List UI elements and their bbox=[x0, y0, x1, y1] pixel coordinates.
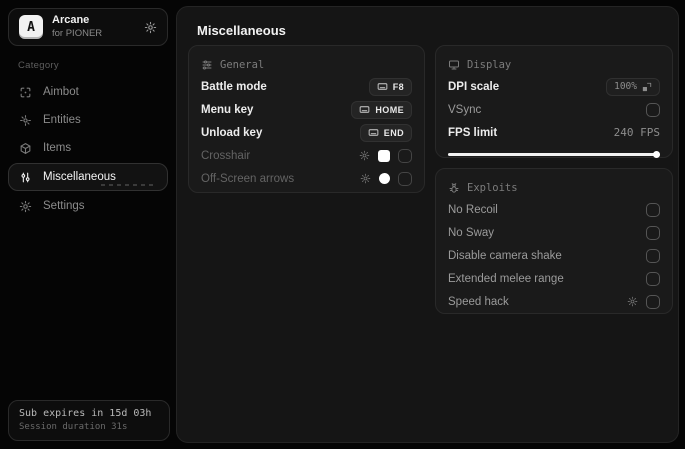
page-title: Miscellaneous bbox=[197, 23, 286, 38]
sidebar-item-settings[interactable]: Settings bbox=[8, 193, 168, 219]
slider-thumb[interactable] bbox=[653, 151, 660, 158]
app-name: Arcane bbox=[52, 14, 90, 27]
settings-icon bbox=[19, 200, 33, 213]
sidebar-item-label: Entities bbox=[43, 114, 81, 126]
offscreen-arrows-row: Off-Screen arrows bbox=[201, 167, 412, 190]
general-card-title: General bbox=[220, 59, 265, 71]
no-sway-row: No Sway bbox=[448, 221, 660, 244]
dpi-scale-label: DPI scale bbox=[448, 80, 500, 93]
app-header-card: A Arcane for PIONER bbox=[8, 8, 168, 46]
offscreen-arrows-config-gear-icon[interactable] bbox=[360, 173, 371, 184]
display-header-icon bbox=[448, 59, 460, 71]
general-header-icon bbox=[201, 59, 213, 71]
sidebar-nav: Aimbot Entities Items Miscellaneous Sett… bbox=[8, 79, 168, 219]
app-settings-icon[interactable] bbox=[144, 21, 157, 34]
keyboard-icon bbox=[377, 81, 388, 92]
no-recoil-row: No Recoil bbox=[448, 198, 660, 221]
no-sway-label: No Sway bbox=[448, 226, 495, 239]
fps-limit-slider[interactable] bbox=[448, 151, 660, 158]
crosshair-label: Crosshair bbox=[201, 149, 251, 162]
disable-camera-shake-label: Disable camera shake bbox=[448, 249, 562, 262]
sidebar-item-entities[interactable]: Entities bbox=[8, 107, 168, 133]
exploits-card: Exploits No Recoil No Sway Disable camer… bbox=[435, 168, 673, 314]
unload-key-keybind[interactable]: END bbox=[359, 123, 412, 142]
app-window: A Arcane for PIONER Category Aimbot Enti… bbox=[0, 0, 685, 449]
main-panel: Miscellaneous General Battle mode F8 Men… bbox=[176, 6, 679, 443]
sidebar-item-label: Aimbot bbox=[43, 86, 79, 98]
keyboard-icon bbox=[368, 127, 379, 138]
speed-hack-checkbox[interactable] bbox=[646, 294, 660, 309]
crosshair-config-gear-icon[interactable] bbox=[359, 150, 370, 161]
sidebar-item-items[interactable]: Items bbox=[8, 135, 168, 161]
unload-key-row: Unload key END bbox=[201, 121, 412, 144]
exploits-header-icon bbox=[448, 182, 460, 194]
fps-limit-row: FPS limit 240 FPS bbox=[448, 121, 660, 144]
display-card: Display DPI scale 100% VSync FPS limit 2… bbox=[435, 45, 673, 158]
app-subtitle: for PIONER bbox=[52, 27, 103, 39]
sidebar-item-label: Settings bbox=[43, 200, 85, 212]
miscellaneous-icon bbox=[19, 171, 33, 184]
category-label: Category bbox=[18, 60, 59, 71]
fps-limit-label: FPS limit bbox=[448, 126, 498, 139]
active-item-dashes bbox=[101, 184, 157, 186]
speed-hack-row: Speed hack bbox=[448, 290, 660, 313]
crosshair-checkbox[interactable] bbox=[398, 148, 412, 163]
battle-mode-row: Battle mode F8 bbox=[201, 75, 412, 98]
no-recoil-checkbox[interactable] bbox=[646, 202, 660, 217]
display-card-title: Display bbox=[467, 59, 512, 71]
menu-key-row: Menu key HOME bbox=[201, 98, 412, 121]
keyboard-icon bbox=[359, 104, 370, 115]
entities-icon bbox=[19, 114, 33, 127]
subscription-status-card: Sub expires in 15d 03h Session duration … bbox=[8, 400, 170, 441]
offscreen-arrows-checkbox[interactable] bbox=[398, 171, 412, 186]
scale-icon bbox=[642, 82, 652, 92]
session-duration-text: Session duration 31s bbox=[19, 422, 128, 432]
app-logo: A bbox=[19, 15, 43, 39]
aimbot-icon bbox=[19, 86, 33, 99]
unload-key-label: Unload key bbox=[201, 126, 263, 139]
disable-camera-shake-checkbox[interactable] bbox=[646, 248, 660, 263]
vsync-checkbox[interactable] bbox=[646, 102, 660, 117]
extended-melee-range-label: Extended melee range bbox=[448, 272, 564, 285]
dpi-scale-row: DPI scale 100% bbox=[448, 75, 660, 98]
sidebar: A Arcane for PIONER Category Aimbot Enti… bbox=[0, 0, 176, 449]
offscreen-arrows-label: Off-Screen arrows bbox=[201, 172, 295, 185]
offscreen-arrows-color-swatch[interactable] bbox=[379, 173, 390, 184]
exploits-card-title: Exploits bbox=[467, 182, 518, 194]
speed-hack-label: Speed hack bbox=[448, 295, 509, 308]
dpi-scale-select[interactable]: 100% bbox=[606, 77, 660, 96]
menu-key-keybind[interactable]: HOME bbox=[351, 100, 412, 119]
vsync-label: VSync bbox=[448, 103, 482, 116]
battle-mode-label: Battle mode bbox=[201, 80, 267, 93]
battle-mode-keybind[interactable]: F8 bbox=[368, 77, 412, 96]
crosshair-color-swatch[interactable] bbox=[378, 149, 390, 162]
no-recoil-label: No Recoil bbox=[448, 203, 498, 216]
sub-expires-text: Sub expires in 15d 03h bbox=[19, 408, 152, 419]
sidebar-item-miscellaneous[interactable]: Miscellaneous bbox=[8, 163, 168, 191]
no-sway-checkbox[interactable] bbox=[646, 225, 660, 240]
extended-melee-range-checkbox[interactable] bbox=[646, 271, 660, 286]
vsync-row: VSync bbox=[448, 98, 660, 121]
fps-limit-value: 240 FPS bbox=[613, 126, 660, 139]
disable-camera-shake-row: Disable camera shake bbox=[448, 244, 660, 267]
general-card: General Battle mode F8 Menu key HOME Unl… bbox=[188, 45, 425, 193]
menu-key-label: Menu key bbox=[201, 103, 254, 116]
extended-melee-range-row: Extended melee range bbox=[448, 267, 660, 290]
sidebar-item-label: Miscellaneous bbox=[43, 171, 116, 183]
sidebar-item-label: Items bbox=[43, 142, 72, 154]
crosshair-row: Crosshair bbox=[201, 144, 412, 167]
speed-hack-config-gear-icon[interactable] bbox=[627, 296, 638, 307]
sidebar-item-aimbot[interactable]: Aimbot bbox=[8, 79, 168, 105]
items-icon bbox=[19, 142, 33, 155]
